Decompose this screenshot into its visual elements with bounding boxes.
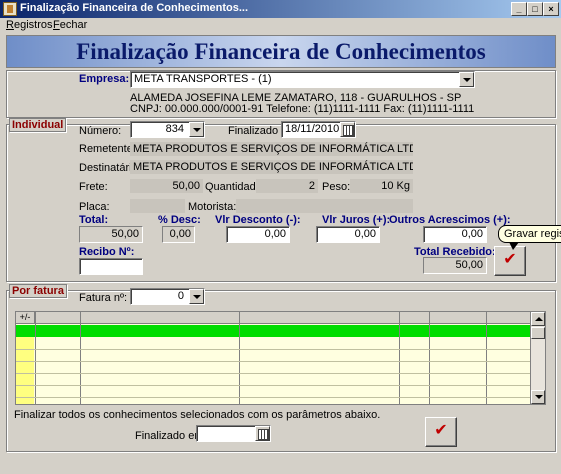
vlr-juros-label: Vlr Juros (+): bbox=[322, 214, 391, 226]
grid-row-line bbox=[16, 349, 531, 350]
grid-scrollbar[interactable] bbox=[530, 312, 545, 404]
outros-label: Outros Acrescimos (+): bbox=[389, 214, 511, 226]
fatura-select[interactable]: 0 bbox=[130, 288, 205, 305]
menu-fechar[interactable]: Fechar bbox=[53, 19, 87, 31]
window-title: Finalização Financeira de Conhecimentos.… bbox=[20, 2, 249, 14]
por-fatura-date-input[interactable] bbox=[196, 425, 271, 442]
scroll-down-icon[interactable] bbox=[531, 390, 545, 404]
numero-label: Número: bbox=[79, 125, 122, 137]
vlr-desconto-label: Vlr Desconto (-): bbox=[215, 214, 301, 226]
desc-label: % Desc: bbox=[158, 214, 201, 226]
grid-col-divider bbox=[80, 312, 81, 404]
close-button[interactable]: × bbox=[543, 2, 559, 16]
minimize-button[interactable]: _ bbox=[511, 2, 527, 16]
numero-value: 834 bbox=[165, 123, 184, 135]
menu-fechar-label: echar bbox=[59, 19, 88, 31]
app-icon bbox=[3, 2, 17, 16]
scroll-up-icon[interactable] bbox=[531, 312, 545, 326]
destinatario-field: META PRODUTOS E SERVIÇOS DE INFORMÁTICA … bbox=[130, 160, 413, 174]
grid-col-divider bbox=[35, 312, 36, 404]
grid-header bbox=[16, 312, 531, 324]
vlr-desconto-input[interactable]: 0,00 bbox=[226, 226, 290, 243]
menu-registros[interactable]: Registros bbox=[6, 19, 52, 31]
peso-field: 10 Kg bbox=[350, 179, 413, 193]
calendar-icon[interactable] bbox=[340, 122, 355, 137]
grid-row-line bbox=[16, 397, 531, 398]
por-fatura-legend: Por fatura bbox=[9, 284, 67, 298]
placa-label: Placa: bbox=[79, 201, 110, 213]
total-recebido-field: 50,00 bbox=[423, 257, 487, 274]
chevron-down-icon[interactable] bbox=[459, 72, 474, 87]
frete-field: 50,00 bbox=[130, 179, 203, 193]
finalizado-value: 18/11/2010 bbox=[285, 123, 340, 135]
menu-fechar-mnemonic: F bbox=[53, 19, 60, 31]
faturas-grid[interactable]: +/- bbox=[15, 311, 546, 405]
menubar: Registros Fechar bbox=[0, 18, 561, 34]
maximize-button[interactable]: □ bbox=[527, 2, 543, 16]
chevron-down-icon[interactable] bbox=[189, 289, 204, 304]
confirmar-fatura-button[interactable]: ✔ bbox=[425, 417, 457, 447]
banner: Finalização Financeira de Conhecimentos bbox=[6, 35, 556, 68]
quantidade-field: 2 bbox=[256, 179, 318, 193]
grid-col-divider bbox=[399, 312, 400, 404]
grid-col-divider bbox=[239, 312, 240, 404]
grid-header-toggle[interactable]: +/- bbox=[16, 312, 35, 324]
menu-registros-label: egistros bbox=[13, 19, 53, 31]
recibo-input[interactable] bbox=[79, 258, 143, 275]
checkmark-icon: ✔ bbox=[503, 251, 517, 268]
frete-label: Frete: bbox=[79, 181, 108, 193]
placa-field bbox=[130, 199, 185, 213]
finalizado-date-input[interactable]: 18/11/2010 bbox=[281, 121, 356, 138]
fatura-label: Fatura nº: bbox=[79, 292, 128, 304]
gravar-button[interactable]: ✔ bbox=[494, 246, 526, 276]
motorista-field bbox=[236, 199, 413, 213]
recibo-label: Recibo Nº: bbox=[79, 246, 135, 258]
por-fatura-instructions: Finalizar todos os conhecimentos selecio… bbox=[14, 409, 381, 421]
grid-selected-row[interactable] bbox=[16, 325, 531, 337]
grid-row-line bbox=[16, 361, 531, 362]
vlr-juros-input[interactable]: 0,00 bbox=[316, 226, 380, 243]
peso-label: Peso: bbox=[322, 181, 351, 193]
numero-select[interactable]: 834 bbox=[130, 121, 205, 138]
grid-row-line bbox=[16, 385, 531, 386]
checkmark-icon: ✔ bbox=[434, 422, 448, 439]
total-label: Total: bbox=[79, 214, 109, 226]
empresa-label: Empresa: bbox=[79, 73, 130, 85]
grid-row-line bbox=[16, 373, 531, 374]
grid-col-divider bbox=[486, 312, 487, 404]
grid-row-indicator bbox=[16, 325, 34, 404]
outros-input[interactable]: 0,00 bbox=[423, 226, 487, 243]
empresa-value: META TRANSPORTES - (1) bbox=[134, 73, 272, 85]
individual-legend: Individual bbox=[9, 118, 67, 132]
remetente-label: Remetente: bbox=[79, 143, 136, 155]
banner-title: Finalização Financeira de Conhecimentos bbox=[76, 39, 486, 64]
scroll-thumb[interactable] bbox=[531, 327, 545, 339]
empresa-contact: CNPJ: 00.000.000/0001-91 Telefone: (11)1… bbox=[130, 103, 475, 115]
fatura-value: 0 bbox=[177, 290, 184, 302]
calendar-icon[interactable] bbox=[255, 426, 270, 441]
window-titlebar: Finalização Financeira de Conhecimentos.… bbox=[0, 0, 561, 18]
total-field: 50,00 bbox=[79, 226, 143, 243]
empresa-select[interactable]: META TRANSPORTES - (1) bbox=[130, 71, 475, 88]
gravar-tooltip: Gravar registro. bbox=[498, 225, 561, 250]
menu-registros-mnemonic: R bbox=[6, 19, 14, 31]
remetente-field: META PRODUTOS E SERVIÇOS DE INFORMÁTICA … bbox=[130, 142, 413, 156]
desc-field: 0,00 bbox=[162, 226, 195, 243]
chevron-down-icon[interactable] bbox=[189, 122, 204, 137]
grid-col-divider bbox=[429, 312, 430, 404]
motorista-label: Motorista: bbox=[188, 201, 237, 213]
